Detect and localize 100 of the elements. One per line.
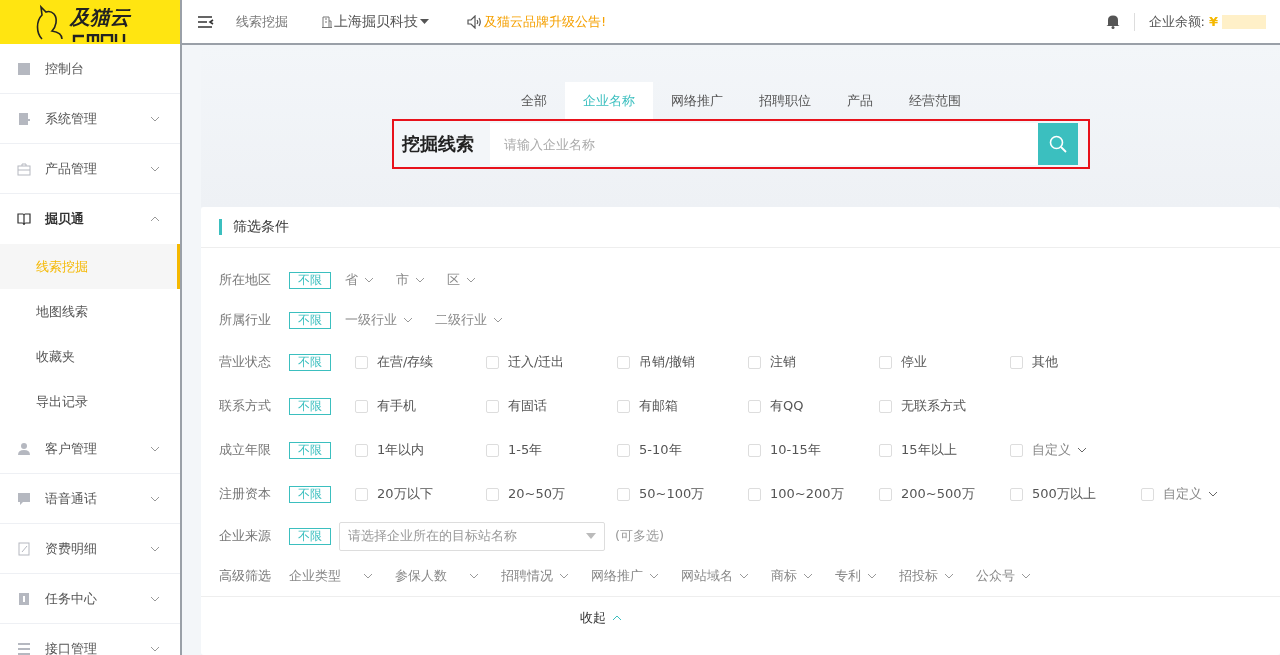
sidebar-item[interactable]: 接口管理 [0, 624, 180, 655]
filter-dropdown[interactable]: 招投标 [899, 567, 954, 585]
checkbox[interactable] [1141, 487, 1154, 501]
search-field[interactable]: 请输入企业名称 [489, 123, 1038, 165]
checkbox[interactable] [1010, 487, 1023, 501]
search-button[interactable] [1037, 123, 1078, 165]
unlimited-tag[interactable]: 不限 [289, 311, 331, 329]
search-tab[interactable]: 招聘职位 [740, 82, 829, 119]
checkbox[interactable] [355, 487, 368, 501]
checkbox-label: 1年以内 [377, 441, 425, 459]
checkbox[interactable] [486, 487, 499, 501]
custom-dropdown[interactable]: 自定义 [1163, 485, 1218, 503]
filter-dropdown[interactable]: 二级行业 [435, 311, 503, 329]
filter-label: 高级筛选 [219, 567, 272, 585]
board-icon [17, 61, 31, 76]
checkbox[interactable] [617, 399, 630, 413]
checkbox[interactable] [617, 443, 630, 457]
unlimited-tag[interactable]: 不限 [289, 271, 331, 289]
search-tab[interactable]: 网络推广 [652, 82, 741, 119]
sidebar-item[interactable]: 任务中心 [0, 574, 180, 624]
unlimited-tag[interactable]: 不限 [289, 397, 331, 415]
filter-dropdown[interactable]: 网站域名 [681, 567, 749, 585]
sidebar-item[interactable]: 客户管理 [0, 424, 180, 474]
checkbox[interactable] [748, 355, 761, 369]
checkbox[interactable] [355, 399, 368, 413]
checkbox-label: 15年以上 [901, 441, 957, 459]
checkbox-label: 1-5年 [508, 441, 543, 459]
cat-logo-icon [34, 4, 64, 40]
filter-dropdown[interactable]: 商标 [771, 567, 813, 585]
sidebar-item[interactable]: 控制台 [0, 44, 180, 94]
checkbox-label: 100~200万 [770, 485, 844, 503]
sidebar-item[interactable]: 产品管理 [0, 144, 180, 194]
chevron-icon [649, 573, 659, 579]
filter-dropdown[interactable]: 一级行业 [345, 311, 413, 329]
bell-icon[interactable] [1105, 14, 1120, 29]
filter-dropdown[interactable]: 网络推广 [591, 567, 659, 585]
unlimited-tag[interactable]: 不限 [289, 485, 331, 503]
sidebar-item[interactable]: 资费明细 [0, 524, 180, 574]
search-tab[interactable]: 企业名称 [564, 82, 653, 119]
filter-label: 企业来源 [219, 527, 272, 545]
checkbox[interactable] [355, 443, 368, 457]
sidebar-item[interactable]: 语音通话 [0, 474, 180, 524]
checkbox[interactable] [748, 443, 761, 457]
company-dropdown[interactable]: 上海掘贝科技 [322, 12, 429, 31]
checkbox[interactable] [1010, 355, 1023, 369]
chevron-icon [363, 573, 373, 579]
chevron-icon [803, 573, 813, 579]
unlimited-tag[interactable]: 不限 [289, 353, 331, 371]
sidebar-subitem[interactable]: 收藏夹 [0, 334, 180, 379]
checkbox-label: 20万以下 [377, 485, 433, 503]
chevron-icon [415, 277, 425, 283]
checkbox[interactable] [879, 355, 892, 369]
filter-dropdown[interactable]: 企业类型 [289, 567, 373, 585]
filter-dropdown[interactable]: 专利 [835, 567, 877, 585]
chevron-up-icon [611, 615, 622, 621]
checkbox[interactable] [355, 355, 368, 369]
building-icon [322, 15, 332, 28]
filter-dropdown[interactable]: 招聘情况 [501, 567, 569, 585]
checkbox[interactable] [1010, 443, 1023, 457]
chevron-icon [867, 573, 877, 579]
chevron-icon [1208, 491, 1218, 497]
filter-title: 筛选条件 [233, 218, 289, 236]
unlimited-tag[interactable]: 不限 [289, 441, 331, 459]
sidebar-subitem[interactable]: 地图线索 [0, 289, 180, 334]
checkbox[interactable] [879, 443, 892, 457]
announcement-link[interactable]: 及猫云品牌升级公告! [484, 12, 607, 31]
sidebar-subitem[interactable]: 导出记录 [0, 379, 180, 424]
search-tab[interactable]: 产品 [828, 82, 891, 119]
checkbox[interactable] [486, 399, 499, 413]
task-icon [17, 591, 31, 606]
chevron-icon [739, 573, 749, 579]
checkbox[interactable] [879, 487, 892, 501]
custom-dropdown[interactable]: 自定义 [1032, 441, 1087, 459]
filter-label: 成立年限 [219, 441, 272, 459]
checkbox[interactable] [617, 487, 630, 501]
checkbox[interactable] [617, 355, 630, 369]
chevron-icon [403, 317, 413, 323]
search-tab[interactable]: 经营范围 [890, 82, 979, 119]
filter-dropdown[interactable]: 市 [396, 271, 425, 289]
checkbox-label: 有固话 [508, 397, 547, 415]
source-select[interactable]: 请选择企业所在的目标站名称 [339, 521, 605, 551]
book-icon [17, 212, 31, 226]
checkbox-label: 20~50万 [508, 485, 565, 503]
checkbox-label: 500万以上 [1032, 485, 1096, 503]
sidebar-item[interactable]: 系统管理 [0, 94, 180, 144]
checkbox[interactable] [748, 487, 761, 501]
checkbox[interactable] [486, 443, 499, 457]
checkbox-label: 在营/存续 [377, 353, 434, 371]
filter-dropdown[interactable]: 省 [345, 271, 374, 289]
collapse-button[interactable]: 收起 [579, 609, 622, 627]
menu-icon[interactable] [198, 15, 214, 28]
sidebar-item[interactable]: 掘贝通 [0, 194, 180, 244]
checkbox[interactable] [879, 399, 892, 413]
search-tab[interactable]: 全部 [502, 82, 565, 119]
checkbox[interactable] [748, 399, 761, 413]
checkbox[interactable] [486, 355, 499, 369]
filter-dropdown[interactable]: 参保人数 [395, 567, 479, 585]
filter-dropdown[interactable]: 公众号 [976, 567, 1031, 585]
filter-dropdown[interactable]: 区 [447, 271, 476, 289]
unlimited-tag[interactable]: 不限 [289, 527, 331, 545]
